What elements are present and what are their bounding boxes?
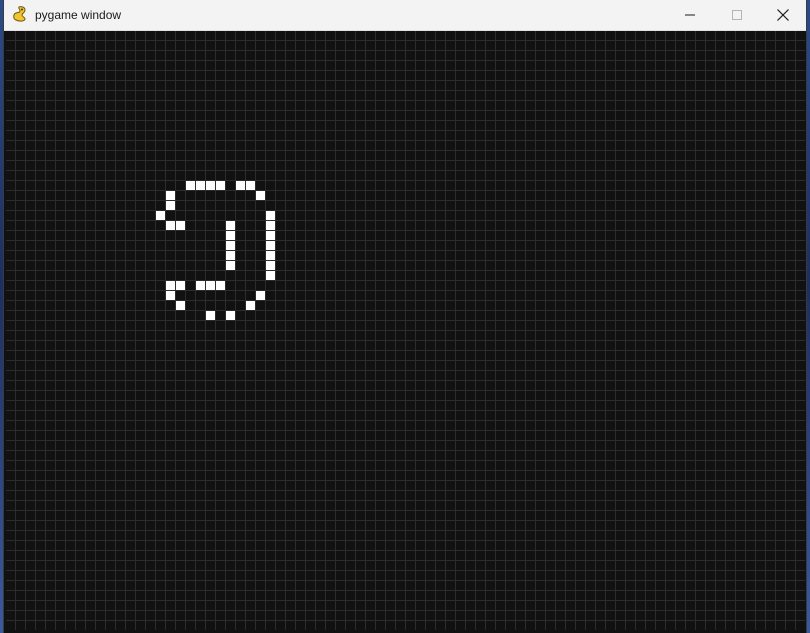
- window-title: pygame window: [35, 8, 122, 22]
- live-cell[interactable]: [216, 181, 225, 190]
- live-cell[interactable]: [246, 181, 255, 190]
- live-cell[interactable]: [176, 301, 185, 310]
- live-cell[interactable]: [226, 251, 235, 260]
- live-cell[interactable]: [206, 181, 215, 190]
- live-cell[interactable]: [256, 191, 265, 200]
- live-cell[interactable]: [266, 261, 275, 270]
- live-cell[interactable]: [176, 221, 185, 230]
- live-cell[interactable]: [246, 301, 255, 310]
- live-cell[interactable]: [226, 221, 235, 230]
- close-icon: [777, 9, 789, 21]
- live-cell[interactable]: [236, 181, 245, 190]
- live-cell[interactable]: [166, 191, 175, 200]
- live-cell[interactable]: [266, 271, 275, 280]
- live-cell[interactable]: [166, 221, 175, 230]
- live-cell[interactable]: [226, 241, 235, 250]
- minimize-button[interactable]: [667, 0, 713, 30]
- pygame-snake-icon: [11, 5, 29, 23]
- live-cell[interactable]: [206, 311, 215, 320]
- live-cell[interactable]: [226, 311, 235, 320]
- live-cell[interactable]: [266, 221, 275, 230]
- live-cell[interactable]: [216, 281, 225, 290]
- title-bar[interactable]: pygame window: [4, 0, 806, 31]
- game-board[interactable]: [6, 31, 805, 630]
- live-cell[interactable]: [166, 281, 175, 290]
- live-cell[interactable]: [196, 181, 205, 190]
- live-cell[interactable]: [166, 201, 175, 210]
- minimize-icon: [685, 14, 695, 16]
- live-cell[interactable]: [266, 251, 275, 260]
- live-cell[interactable]: [176, 281, 185, 290]
- live-cell[interactable]: [196, 281, 205, 290]
- maximize-button[interactable]: [714, 0, 760, 30]
- live-cell[interactable]: [266, 211, 275, 220]
- maximize-icon: [732, 10, 742, 20]
- live-cell[interactable]: [166, 291, 175, 300]
- live-cell[interactable]: [266, 241, 275, 250]
- live-cell[interactable]: [256, 291, 265, 300]
- pygame-window: pygame window: [4, 0, 806, 633]
- live-cell[interactable]: [156, 211, 165, 220]
- live-cell[interactable]: [206, 281, 215, 290]
- live-cell[interactable]: [226, 231, 235, 240]
- live-cell[interactable]: [266, 231, 275, 240]
- live-cell[interactable]: [186, 181, 195, 190]
- close-button[interactable]: [760, 0, 806, 30]
- live-cell[interactable]: [226, 261, 235, 270]
